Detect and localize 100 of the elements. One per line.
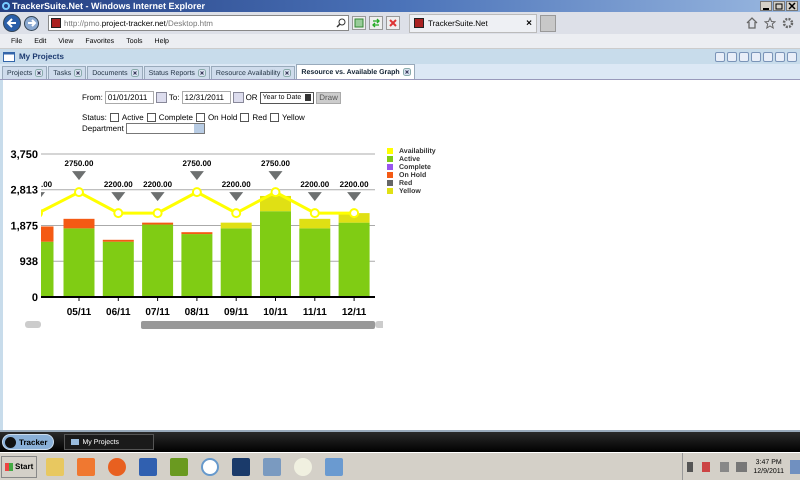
status-label: Status: (82, 113, 107, 122)
close-icon[interactable] (283, 69, 292, 77)
department-dropdown[interactable] (126, 123, 205, 134)
x-axis-label: 12/11 (342, 307, 366, 318)
stop-icon (388, 18, 398, 28)
star-icon[interactable] (764, 17, 776, 29)
from-label: From: (82, 93, 103, 102)
address-field[interactable]: http://pmo.project-tracker.net/Desktop.htm (48, 15, 349, 31)
refresh-icon (371, 18, 381, 28)
checkbox-label: Yellow (282, 113, 305, 122)
url-text: http://pmo.project-tracker.net/Desktop.htm (64, 18, 214, 28)
marker-icon (190, 171, 204, 180)
back-arrow-icon (6, 17, 18, 29)
checkbox[interactable] (270, 113, 279, 122)
tracker-button[interactable]: Tracker (2, 434, 54, 450)
marker-icon (111, 192, 126, 202)
close-icon[interactable] (402, 68, 411, 76)
data-label: 2200.00 (340, 180, 369, 190)
search-icon[interactable] (336, 18, 346, 28)
department-label: Department (82, 124, 124, 133)
calendar-icon[interactable] (156, 92, 167, 103)
data-label: 2200.00 (104, 180, 133, 190)
window-title: TrackerSuite.Net - Windows Internet Explorer (12, 1, 205, 11)
y-axis-label: 0 (32, 292, 38, 304)
minimize-button[interactable] (760, 1, 772, 11)
checkbox[interactable] (110, 113, 119, 122)
calendar-icon[interactable] (232, 92, 244, 103)
data-label: 2750.00 (182, 159, 212, 168)
marker-icon (150, 192, 165, 202)
x-axis-label: 11/11 (302, 307, 327, 318)
date-field[interactable]: 12/31/2011 (182, 91, 231, 104)
new-tab-button[interactable] (540, 14, 556, 32)
data-label: 2750.00 (64, 159, 94, 168)
data-label: 2200.00 (300, 180, 330, 190)
x-axis-label: 07/11 (145, 307, 170, 318)
checkbox[interactable] (146, 113, 156, 122)
x-axis-label: 05/11 (66, 307, 92, 318)
panel-title: My Projects (19, 52, 64, 61)
data-label: 2200.00 (222, 180, 251, 190)
y-axis-label: 2,813 (10, 184, 38, 197)
y-axis-label: 1,875 (10, 220, 38, 232)
compatibility-button[interactable] (352, 16, 366, 30)
data-point (152, 208, 163, 218)
show-desktop-button[interactable] (790, 460, 800, 474)
restore-icon (775, 2, 783, 10)
close-icon[interactable] (35, 69, 44, 77)
window-icon (3, 52, 15, 62)
home-icon[interactable] (746, 17, 758, 29)
data-point (231, 208, 242, 218)
marker-icon (72, 171, 86, 180)
x-axis-label: 08/11 (184, 307, 210, 318)
settings-icon[interactable] (782, 17, 794, 29)
data-label: 2200.00 (143, 180, 172, 190)
checkbox[interactable] (240, 113, 250, 122)
data-point (113, 208, 124, 218)
checkbox-label: Active (122, 113, 144, 122)
y-axis-label: 938 (20, 256, 38, 268)
tray-icons[interactable] (687, 462, 748, 472)
to-label: To: (168, 93, 180, 102)
data-point (74, 187, 84, 198)
site-icon (414, 18, 424, 28)
tab-close-button[interactable]: × (526, 18, 532, 28)
marker-icon (308, 192, 322, 202)
marker-icon (229, 192, 244, 202)
page-icon (354, 18, 364, 28)
or-label: OR (246, 93, 258, 102)
x-axis-label: 09/11 (224, 307, 248, 318)
close-button[interactable] (786, 1, 798, 11)
data-label: 2750.00 (261, 159, 290, 168)
refresh-button[interactable] (369, 16, 383, 30)
checkbox-label: On Hold (208, 113, 238, 122)
browser-logo-icon (2, 2, 10, 10)
draw-button[interactable]: Draw (316, 92, 341, 104)
restore-button[interactable] (773, 1, 785, 11)
data-label: .00 (41, 180, 52, 190)
x-axis-label: 06/11 (106, 307, 131, 318)
close-icon (788, 2, 796, 10)
scrollbar-thumb[interactable] (141, 321, 375, 329)
stop-button[interactable] (386, 16, 400, 30)
start-button[interactable]: Start (1, 456, 38, 478)
close-icon[interactable] (130, 69, 139, 77)
marker-icon (347, 192, 362, 202)
forward-arrow-icon (26, 18, 36, 28)
date-field[interactable]: 01/01/2011 (104, 91, 154, 104)
checkbox-label: Red (252, 113, 267, 122)
back-button[interactable] (3, 14, 21, 32)
data-point (310, 208, 320, 218)
browser-tab[interactable]: TrackerSuite.Net × (409, 14, 537, 32)
checkbox[interactable] (196, 113, 205, 122)
forward-button[interactable] (24, 16, 39, 30)
data-point (192, 187, 202, 198)
close-icon[interactable] (74, 69, 82, 77)
data-point (270, 187, 280, 198)
site-icon (51, 18, 61, 28)
x-axis-label: 10/11 (263, 307, 288, 318)
data-point (349, 208, 360, 218)
close-icon[interactable] (198, 69, 206, 77)
marker-icon (268, 171, 282, 180)
checkbox-label: Complete (158, 113, 193, 122)
y-axis-label: 3,750 (10, 149, 38, 161)
